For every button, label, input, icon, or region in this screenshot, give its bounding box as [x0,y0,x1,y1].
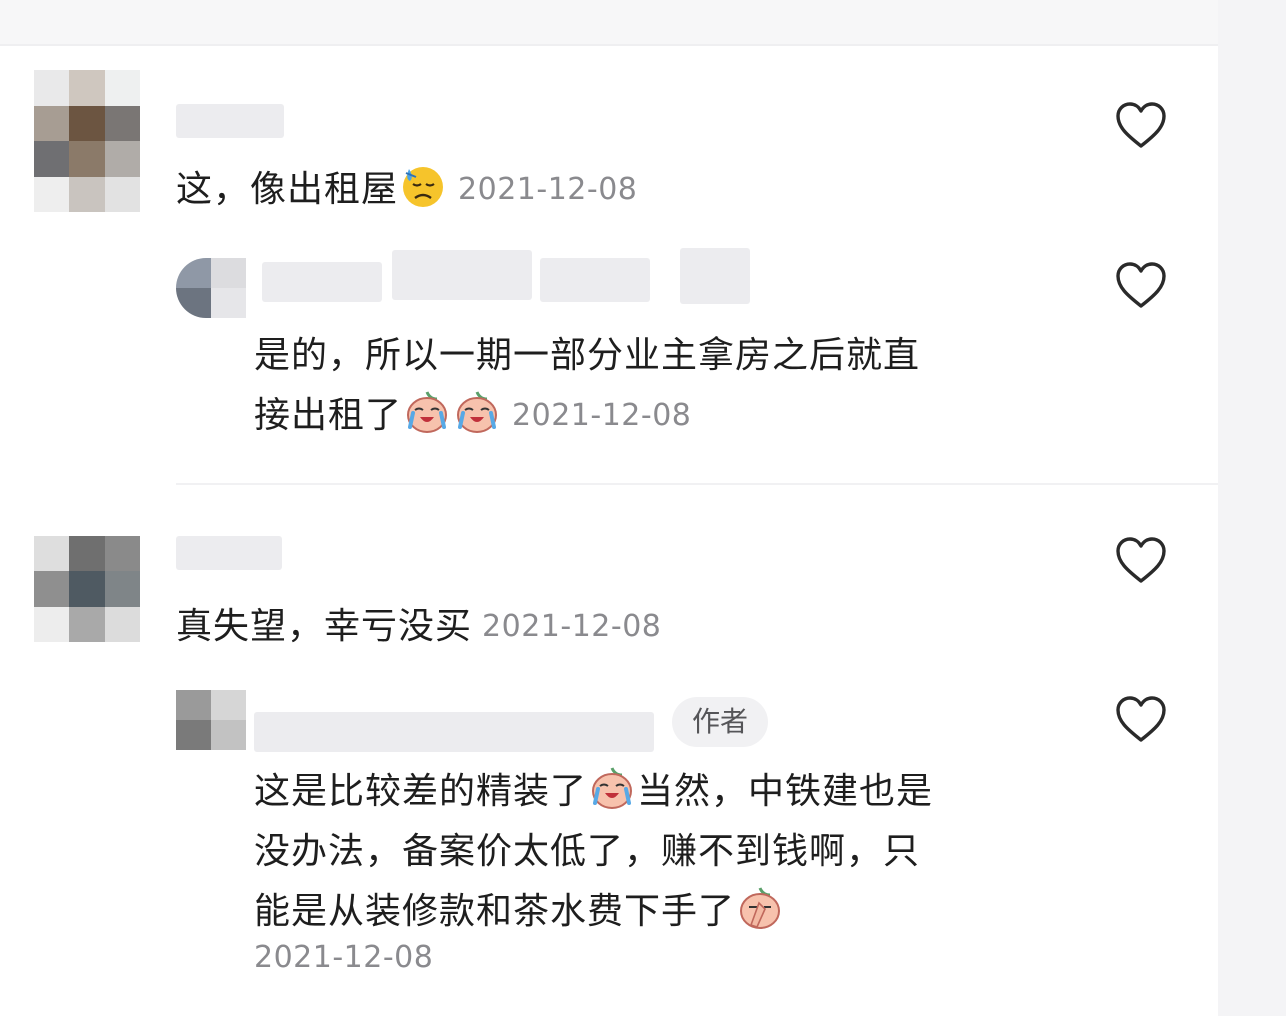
avatar[interactable] [34,536,140,642]
reply-content-line3: 能是从装修款和茶水费下手了 [254,891,736,932]
reply-text: 接出租了 2021-12-08 [254,386,691,446]
crying-peach-emoji [589,765,635,811]
avatar[interactable] [176,258,246,318]
heart-outline-icon[interactable] [1114,694,1168,744]
crying-peach-emoji [404,389,450,435]
reply-text: 没办法，备案价太低了，赚不到钱啊，只 [254,822,920,882]
top-divider [0,44,1218,46]
username-blurred[interactable] [254,712,654,752]
right-margin [1218,0,1286,1016]
reply-text: 能是从装修款和茶水费下手了 [254,882,785,942]
heart-outline-icon[interactable] [1114,535,1168,585]
heart-outline-icon[interactable] [1114,260,1168,310]
reply-content-line2: 没办法，备案价太低了，赚不到钱啊，只 [254,831,921,872]
crying-peach-emoji [454,389,500,435]
comment-content: 真失望，幸亏没买 [176,606,473,647]
username-blurred [680,248,750,304]
reply-timestamp: 2021-12-08 [254,940,434,975]
username-blurred [392,250,532,300]
reply-content-line1: 是的，所以一期一部分业主拿房之后就直 [254,335,921,376]
reply-content-line1a: 这是比较差的精装了 [254,771,588,812]
username-blurred[interactable] [262,262,382,302]
reply-text: 是的，所以一期一部分业主拿房之后就直 [254,326,920,386]
username-blurred [540,258,650,302]
avatar[interactable] [34,70,140,212]
reply-timestamp: 2021-12-08 [512,398,692,433]
username-blurred[interactable] [176,104,284,138]
comment-timestamp: 2021-12-08 [458,172,638,207]
comment-timestamp: 2021-12-08 [482,609,662,644]
top-bar [0,0,1218,44]
comment-content: 这，像出租屋 [176,169,399,210]
sweat-sad-emoji [400,163,446,209]
username-blurred[interactable] [176,536,282,570]
comment-text: 真失望，幸亏没买 2021-12-08 [176,597,661,657]
reply-text: 这是比较差的精装了 当然，中铁建也是 [254,762,933,822]
heart-outline-icon[interactable] [1114,100,1168,150]
reply-content-line2: 接出租了 [254,395,403,436]
facepalm-peach-emoji [737,885,783,931]
author-badge: 作者 [672,697,768,747]
reply-content-line1b: 当然，中铁建也是 [637,771,934,812]
comment-divider [176,483,1218,485]
comment-text: 这，像出租屋 2021-12-08 [176,160,637,220]
avatar[interactable] [176,690,246,750]
